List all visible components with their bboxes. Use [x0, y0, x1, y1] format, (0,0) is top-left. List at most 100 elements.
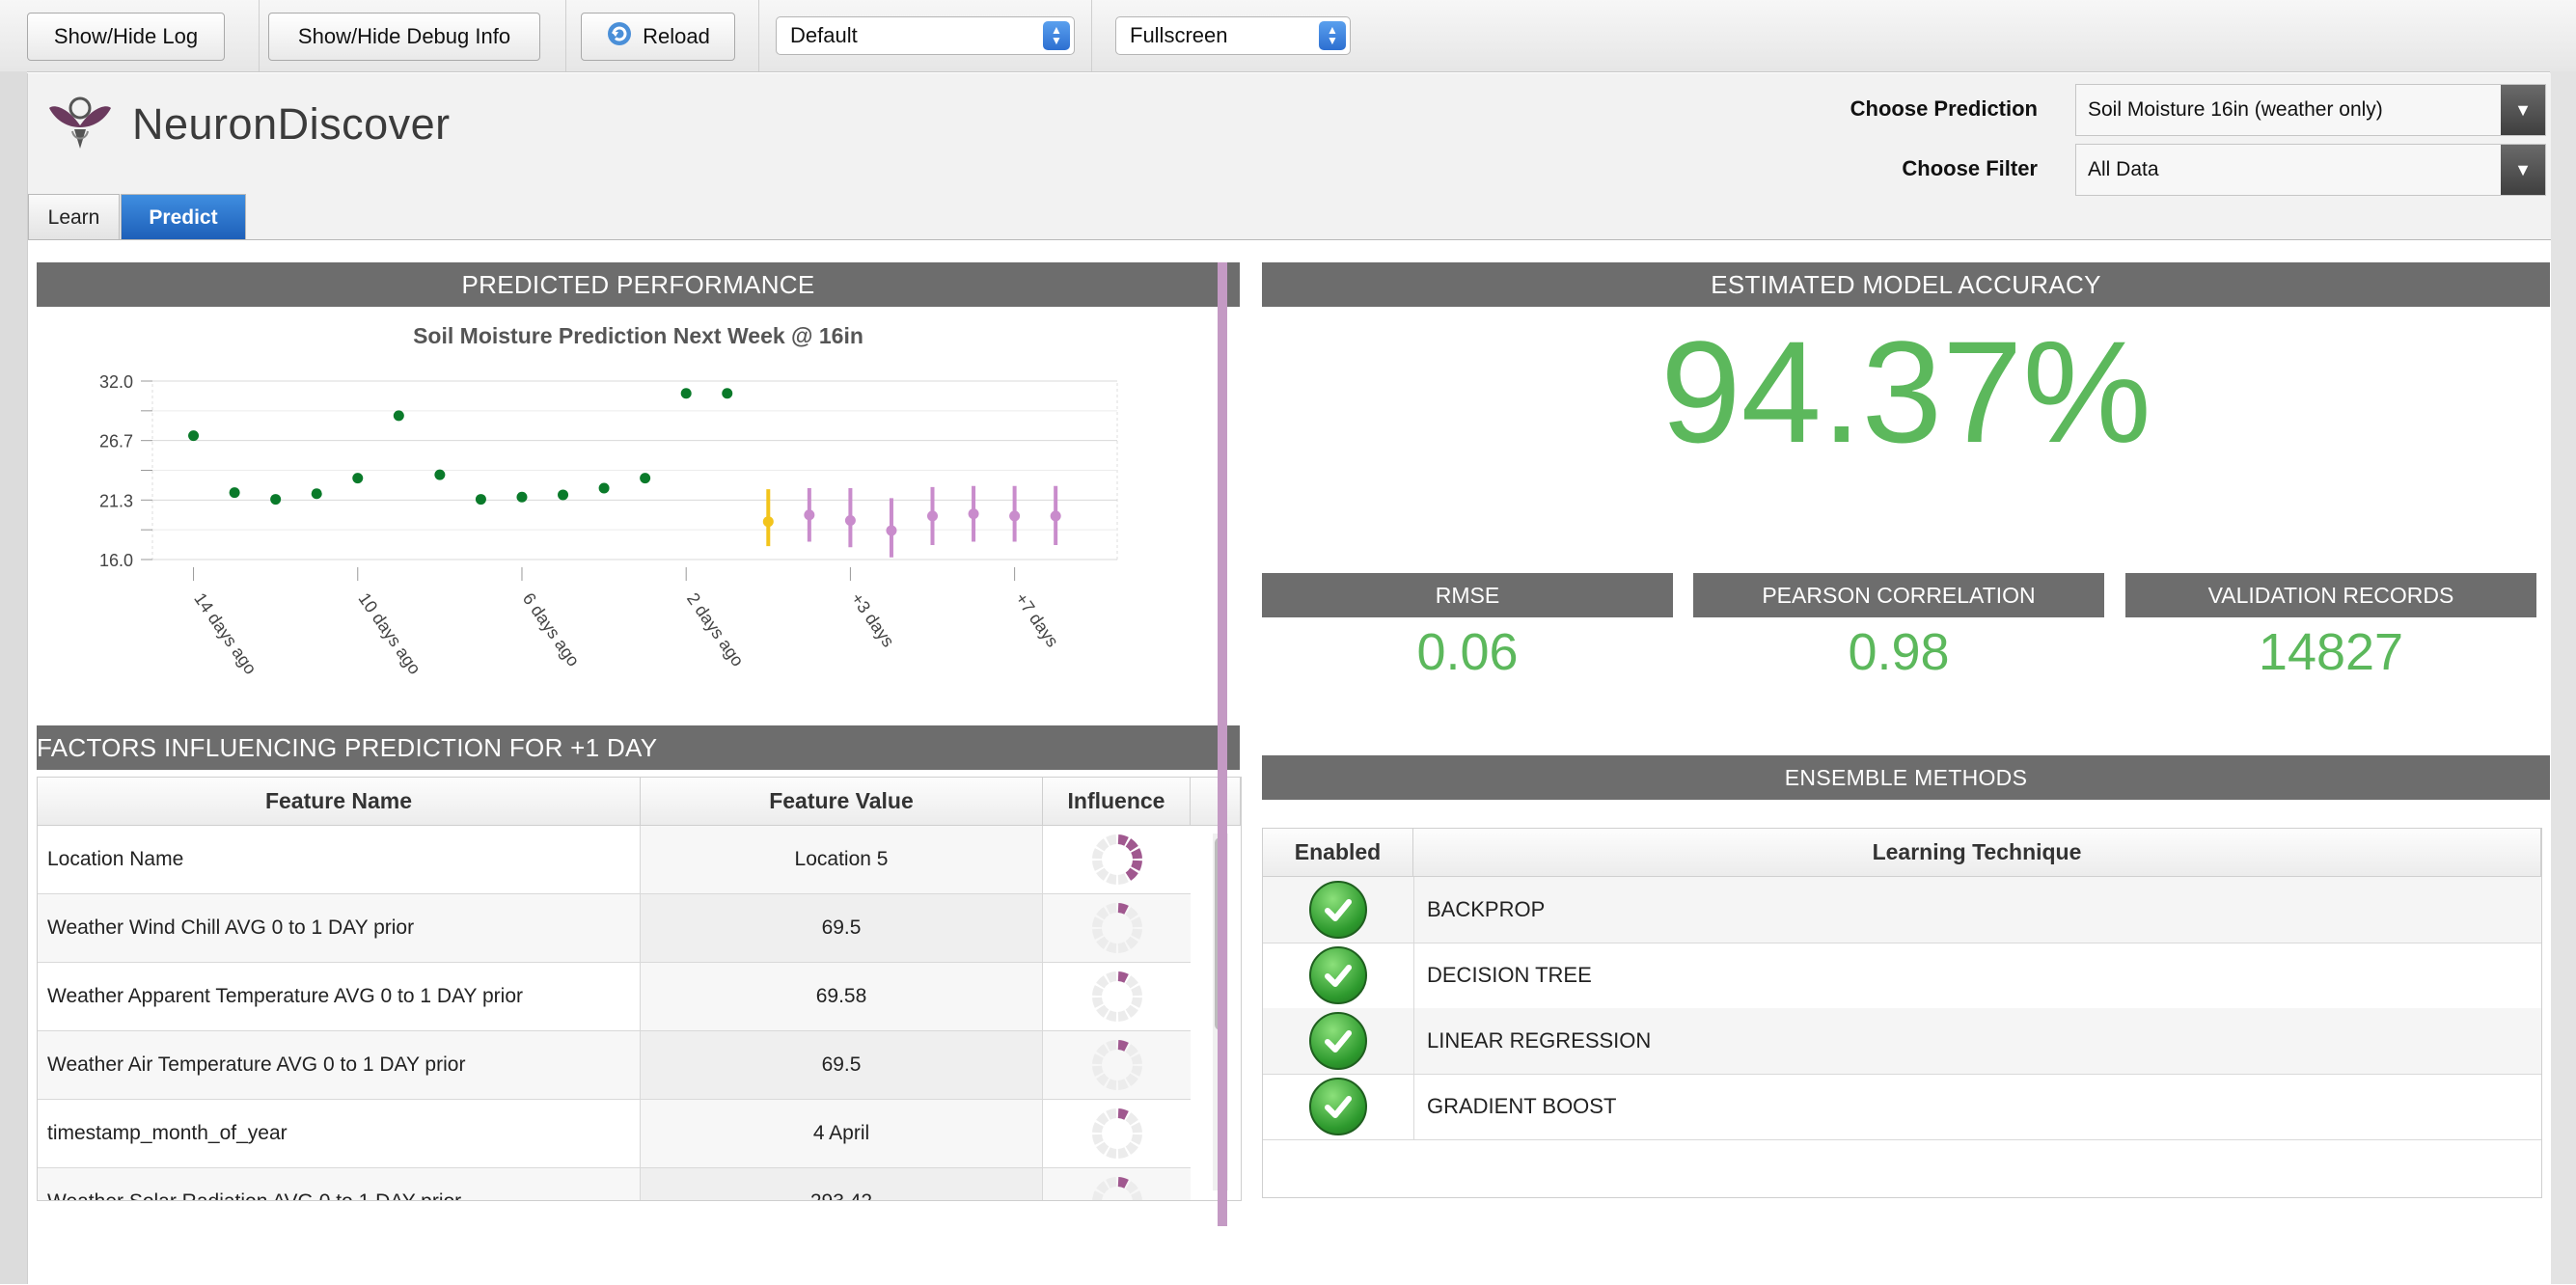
influence-segment-empty	[1130, 928, 1142, 940]
display-mode-select[interactable]: Fullscreen ▲ ▼	[1115, 16, 1351, 55]
check-icon[interactable]	[1309, 946, 1367, 1004]
influence-donut-icon	[1091, 1108, 1142, 1159]
table-row[interactable]: timestamp_month_of_year 4 April	[38, 1100, 1191, 1168]
reload-icon	[606, 20, 633, 53]
table-row[interactable]: LINEAR REGRESSION	[1263, 1008, 2541, 1075]
window-right-edge	[2550, 71, 2576, 1284]
choose-filter-select[interactable]: All Data ▼	[2075, 144, 2546, 196]
check-icon[interactable]	[1309, 1012, 1367, 1070]
forecast-point	[927, 510, 939, 522]
column-header-enabled[interactable]: Enabled	[1263, 829, 1413, 877]
table-row[interactable]: Weather Apparent Temperature AVG 0 to 1 …	[38, 963, 1191, 1031]
table-row[interactable]: BACKPROP	[1263, 877, 2541, 943]
feature-value-cell: 69.58	[641, 963, 1043, 1030]
feature-value-cell: Location 5	[641, 826, 1043, 893]
influence-segment-empty	[1095, 838, 1109, 852]
table-row[interactable]: Weather Air Temperature AVG 0 to 1 DAY p…	[38, 1031, 1191, 1100]
display-mode-value: Fullscreen	[1130, 23, 1228, 47]
rmse-value: 0.06	[1416, 623, 1519, 681]
column-header-learning-technique[interactable]: Learning Technique	[1413, 829, 2541, 877]
influence-segment-empty	[1091, 1065, 1104, 1077]
influence-segment-filled	[1117, 1108, 1129, 1120]
influence-segment-empty	[1095, 1181, 1109, 1194]
table-row[interactable]: DECISION TREE	[1263, 943, 2541, 1009]
feature-name-cell: Weather Wind Chill AVG 0 to 1 DAY prior	[38, 894, 641, 962]
profile-select[interactable]: Default ▲ ▼	[776, 16, 1075, 55]
historical-point	[393, 410, 404, 422]
influence-segment-empty	[1105, 903, 1116, 915]
y-tick-label: 32.0	[99, 372, 133, 392]
window-left-edge	[0, 71, 27, 1284]
enabled-cell[interactable]	[1263, 1074, 1414, 1139]
influence-segment-empty	[1105, 1079, 1116, 1090]
influence-segment-empty	[1095, 907, 1109, 920]
tab-predict[interactable]: Predict	[121, 194, 246, 240]
column-header-influence[interactable]: Influence	[1043, 778, 1191, 826]
influence-segment-filled	[1117, 834, 1129, 846]
show-hide-log-button[interactable]: Show/Hide Log	[27, 13, 225, 61]
influence-segment-empty	[1091, 1122, 1104, 1134]
x-tick-label: +3 days	[847, 589, 898, 651]
column-header-spacer	[1191, 778, 1241, 826]
influence-segment-empty	[1125, 936, 1138, 949]
influence-segment-empty	[1125, 1073, 1138, 1086]
x-tick-label: 14 days ago	[190, 589, 260, 678]
influence-segment-empty	[1095, 867, 1109, 881]
influence-segment-empty	[1130, 1190, 1142, 1200]
check-icon[interactable]	[1309, 881, 1367, 939]
column-header-feature-value[interactable]: Feature Value	[641, 778, 1043, 826]
influence-segment-empty	[1091, 985, 1104, 997]
historical-point	[722, 388, 733, 399]
influence-segment-empty	[1125, 1004, 1138, 1018]
table-row[interactable]: Weather Wind Chill AVG 0 to 1 DAY prior 6…	[38, 894, 1191, 963]
influence-segment-filled	[1117, 971, 1129, 983]
historical-point	[434, 469, 446, 480]
reload-button[interactable]: Reload	[581, 13, 735, 61]
influence-segment-empty	[1125, 907, 1138, 920]
validation-records-value: 14827	[2258, 623, 2404, 681]
influence-segment-empty	[1091, 1053, 1104, 1065]
influence-segment-empty	[1091, 848, 1104, 860]
column-divider	[1218, 262, 1227, 1226]
enabled-cell[interactable]	[1263, 877, 1414, 943]
influence-cell	[1043, 894, 1191, 962]
column-header-feature-name[interactable]: Feature Name	[38, 778, 641, 826]
influence-segment-empty	[1095, 975, 1109, 989]
influence-segment-empty	[1095, 936, 1109, 949]
show-hide-debug-button[interactable]: Show/Hide Debug Info	[268, 13, 540, 61]
x-tick-label: 6 days ago	[519, 589, 584, 670]
influence-segment-filled	[1117, 1177, 1129, 1189]
select-arrows-icon: ▲ ▼	[1043, 21, 1070, 50]
table-row[interactable]: Weather Solar Radiation AVG 0 to 1 DAY p…	[38, 1168, 1191, 1200]
x-tick-label: 10 days ago	[354, 589, 425, 678]
enabled-cell[interactable]	[1263, 1008, 1414, 1074]
technique-name: GRADIENT BOOST	[1427, 1094, 1617, 1118]
choose-filter-value: All Data	[2088, 158, 2159, 180]
influence-segment-filled	[1125, 838, 1138, 852]
reload-label: Reload	[643, 24, 710, 48]
influence-donut-icon	[1091, 971, 1142, 1022]
feature-name-cell: Weather Air Temperature AVG 0 to 1 DAY p…	[38, 1031, 641, 1099]
historical-point	[598, 482, 610, 494]
check-icon[interactable]	[1309, 1078, 1367, 1135]
feature-value-cell: 4 April	[641, 1100, 1043, 1167]
influence-segment-empty	[1125, 1141, 1138, 1155]
toolbar-group-log: Show/Hide Log	[0, 0, 260, 71]
influence-segment-filled	[1125, 867, 1138, 881]
tab-learn[interactable]: Learn	[28, 194, 120, 240]
y-tick-label: 21.3	[99, 491, 133, 510]
influence-donut-icon	[1091, 1040, 1142, 1090]
choose-prediction-select[interactable]: Soil Moisture 16in (weather only) ▼	[2075, 84, 2546, 136]
table-row[interactable]: Location Name Location 5	[38, 826, 1191, 894]
profile-select-value: Default	[790, 23, 858, 47]
influence-segment-empty	[1117, 942, 1129, 953]
influence-cell	[1043, 1100, 1191, 1167]
influence-cell	[1043, 826, 1191, 893]
toolbar-group-debug: Show/Hide Debug Info	[259, 0, 566, 71]
current-point	[762, 516, 774, 528]
table-row[interactable]: GRADIENT BOOST	[1263, 1074, 2541, 1140]
enabled-cell[interactable]	[1263, 943, 1414, 1008]
feature-name-cell: timestamp_month_of_year	[38, 1100, 641, 1167]
technique-name: LINEAR REGRESSION	[1427, 1028, 1652, 1053]
influence-segment-filled	[1130, 860, 1142, 871]
